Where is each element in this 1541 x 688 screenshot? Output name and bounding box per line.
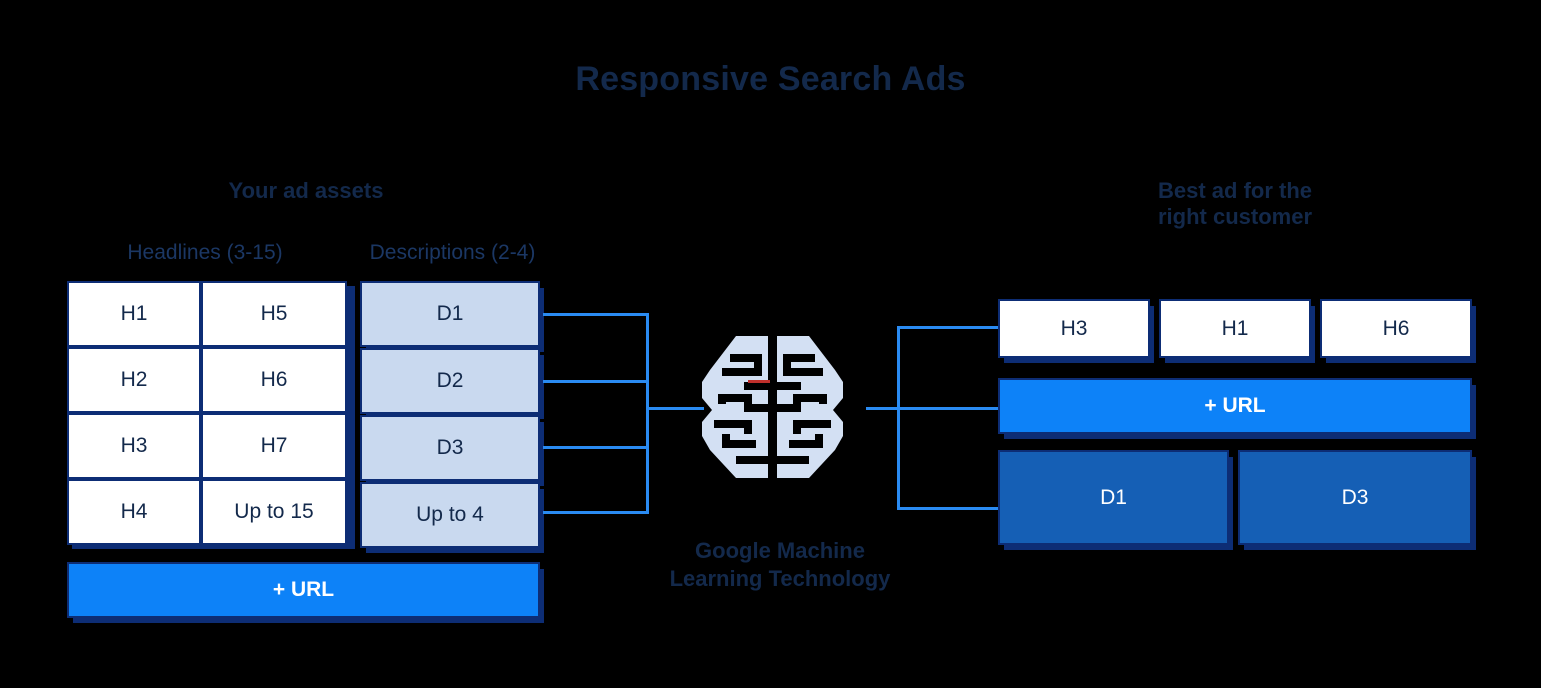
connector-d4-line (543, 511, 649, 514)
diagram-canvas: Responsive Search Ads Your ad assets Hea… (0, 0, 1541, 688)
headline-cell-h4[interactable]: H4 (67, 479, 201, 545)
headline-cell-up-to-15[interactable]: Up to 15 (201, 479, 347, 545)
descriptions-column-label: Descriptions (2-4) (369, 241, 536, 264)
right-section-heading: Best ad for the right customer (1090, 178, 1380, 230)
connector-d2-line (543, 380, 649, 383)
result-description-d3[interactable]: D3 (1238, 450, 1472, 545)
connector-right-spine (897, 326, 900, 510)
right-section-heading-line2: right customer (1157, 203, 1313, 229)
brain-caption-line1: Google Machine (695, 538, 865, 563)
page-title: Responsive Search Ads (575, 60, 966, 98)
connector-left-to-brain (646, 407, 704, 410)
right-url-bar[interactable]: + URL (998, 378, 1472, 434)
headline-cell-h3[interactable]: H3 (67, 413, 201, 479)
headline-cell-h1[interactable]: H1 (67, 281, 201, 347)
headline-cell-h7[interactable]: H7 (201, 413, 347, 479)
result-headline-h1[interactable]: H1 (1159, 299, 1311, 358)
connector-left-spine (646, 313, 649, 514)
description-box-d3[interactable]: D3 (360, 415, 540, 481)
result-description-d1[interactable]: D1 (998, 450, 1229, 545)
brain-caption: Google Machine Learning Technology (620, 537, 940, 593)
brain-icon (700, 332, 845, 487)
result-headline-h3[interactable]: H3 (998, 299, 1150, 358)
right-section-heading-line1: Best ad for the (1157, 178, 1313, 203)
headline-cell-h6[interactable]: H6 (201, 347, 347, 413)
connector-d3-line (543, 446, 649, 449)
connector-right-url-line (897, 407, 1001, 410)
description-box-d2[interactable]: D2 (360, 348, 540, 414)
headlines-column-label: Headlines (3-15) (127, 241, 283, 264)
connector-right-headlines-line (897, 326, 1001, 329)
connector-d1-line (543, 313, 649, 316)
headline-cell-h5[interactable]: H5 (201, 281, 347, 347)
left-url-bar[interactable]: + URL (67, 562, 540, 618)
connector-right-descriptions-line (897, 507, 1001, 510)
brain-caption-line2: Learning Technology (669, 566, 891, 592)
headline-cell-h2[interactable]: H2 (67, 347, 201, 413)
result-headline-h6[interactable]: H6 (1320, 299, 1472, 358)
description-box-d1[interactable]: D1 (360, 281, 540, 347)
description-box-up-to-4[interactable]: Up to 4 (360, 482, 540, 548)
left-section-heading: Your ad assets (228, 178, 384, 203)
